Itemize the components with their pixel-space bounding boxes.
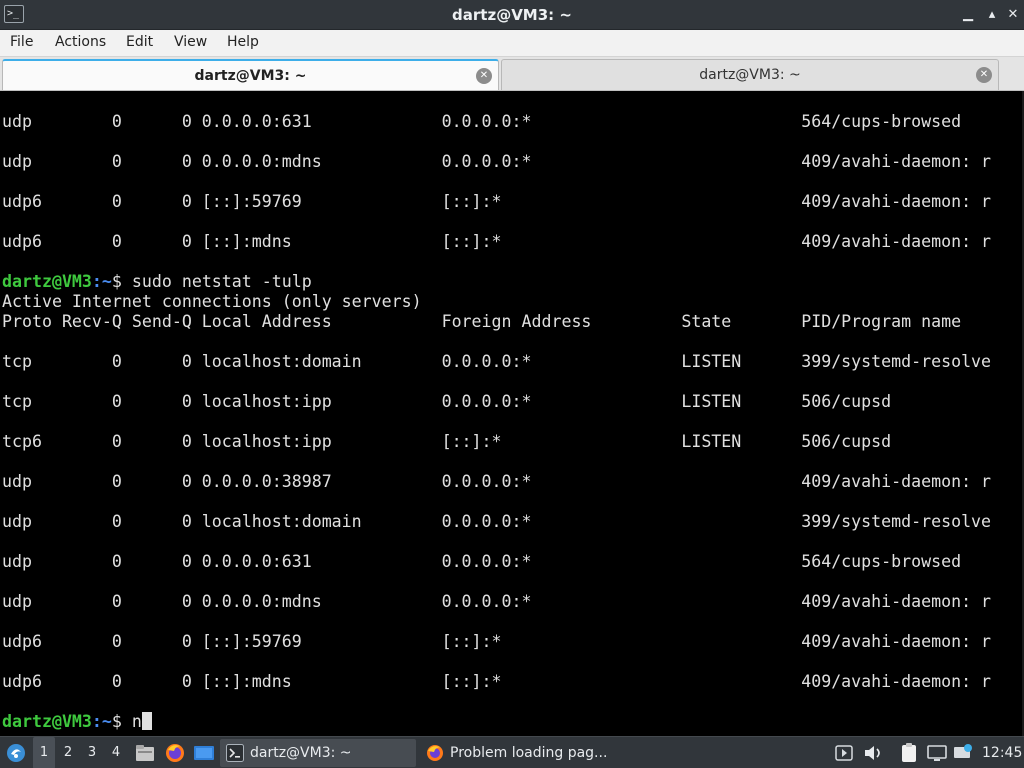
terminal-line: udp6 0 0 [::]:59769 [::]:* 409/avahi-dae… [2,192,992,211]
tab-terminal-2[interactable]: dartz@VM3: ~ ✕ [501,59,999,90]
menu-help[interactable]: Help [227,30,259,57]
terminal-header-line: Proto Recv-Q Send-Q Local Address Foreig… [2,312,962,331]
network-icon[interactable] [952,737,974,768]
prompt-user: dartz@VM3 [2,712,92,731]
tab-label: dartz@VM3: ~ [194,68,307,84]
prompt-path: :~ [91,272,112,291]
firefox-icon[interactable] [163,737,187,768]
terminal-line: tcp 0 0 localhost:domain 0.0.0.0:* LISTE… [2,352,992,371]
tab-bar: dartz@VM3: ~ ✕ dartz@VM3: ~ ✕ [0,57,1024,91]
terminal-line: udp6 0 0 [::]:59769 [::]:* 409/avahi-dae… [2,632,992,651]
window-titlebar[interactable]: >_ dartz@VM3: ~ ▁ ▴ ✕ [0,0,1024,30]
terminal-line: udp 0 0 0.0.0.0:38987 0.0.0.0:* 409/avah… [2,472,992,491]
terminal-line: tcp 0 0 localhost:ipp 0.0.0.0:* LISTEN 5… [2,392,892,411]
file-manager-icon[interactable] [134,737,156,768]
display-icon[interactable] [926,737,948,768]
terminal-line: udp 0 0 0.0.0.0:mdns 0.0.0.0:* 409/avahi… [2,152,992,171]
menu-file[interactable]: File [10,30,33,57]
menu-view[interactable]: View [174,30,207,57]
taskbar: 1 2 3 4 dartz@VM3: ~ Problem loading pag… [0,736,1024,768]
maximize-icon[interactable]: ▴ [984,7,1000,23]
workspace-4[interactable]: 4 [105,737,127,768]
task-terminal[interactable]: dartz@VM3: ~ [220,739,416,767]
menu-bar: File Actions Edit View Help [0,30,1024,57]
terminal-line: udp6 0 0 [::]:mdns [::]:* 409/avahi-daem… [2,232,992,251]
terminal-output[interactable]: udp 0 0 0.0.0.0:631 0.0.0.0:* 564/cups-b… [0,91,1024,736]
close-icon[interactable]: ✕ [1005,7,1021,23]
volume-icon[interactable] [862,737,884,768]
prompt-user: dartz@VM3 [2,272,92,291]
prompt-path: :~ [91,712,112,731]
media-icon[interactable] [834,737,854,768]
terminal-line: udp 0 0 0.0.0.0:631 0.0.0.0:* 564/cups-b… [2,112,962,131]
clipboard-icon[interactable] [898,737,920,768]
window-title: dartz@VM3: ~ [452,6,572,24]
tab-close-icon[interactable]: ✕ [476,68,492,84]
tab-close-icon[interactable]: ✕ [976,67,992,83]
clock[interactable]: 12:45 [982,737,1022,768]
workspace-2[interactable]: 2 [57,737,79,768]
minimize-icon[interactable]: ▁ [960,7,976,23]
terminal-line: udp6 0 0 [::]:mdns [::]:* 409/avahi-daem… [2,672,992,691]
terminal-line: udp 0 0 0.0.0.0:mdns 0.0.0.0:* 409/avahi… [2,592,992,611]
menu-edit[interactable]: Edit [126,30,153,57]
terminal-line: Active Internet connections (only server… [2,292,422,311]
terminal-input-line[interactable]: dartz@VM3:~$ n [2,712,152,732]
workspace-1[interactable]: 1 [33,737,55,768]
tab-label: dartz@VM3: ~ [699,67,801,83]
terminal-icon [226,744,244,762]
task-label: Problem loading pag... [450,745,608,761]
menu-actions[interactable]: Actions [55,30,106,57]
terminal-line: tcp6 0 0 localhost:ipp [::]:* LISTEN 506… [2,432,892,451]
task-firefox[interactable]: Problem loading pag... [420,739,620,767]
terminal-line: udp 0 0 localhost:domain 0.0.0.0:* 399/s… [2,512,992,531]
prompt-input[interactable]: $ n [112,712,142,731]
task-label: dartz@VM3: ~ [250,745,352,761]
desktop-icon[interactable] [192,737,216,768]
prompt-command: $ sudo netstat -tulp [111,272,312,291]
start-menu-icon[interactable] [4,737,28,768]
tab-terminal-1[interactable]: dartz@VM3: ~ ✕ [2,59,499,90]
text-cursor [141,712,152,730]
terminal-prompt-line: dartz@VM3:~$ sudo netstat -tulp [2,272,312,292]
firefox-icon [426,744,444,762]
terminal-line: udp 0 0 0.0.0.0:631 0.0.0.0:* 564/cups-b… [2,552,962,571]
workspace-3[interactable]: 3 [81,737,103,768]
